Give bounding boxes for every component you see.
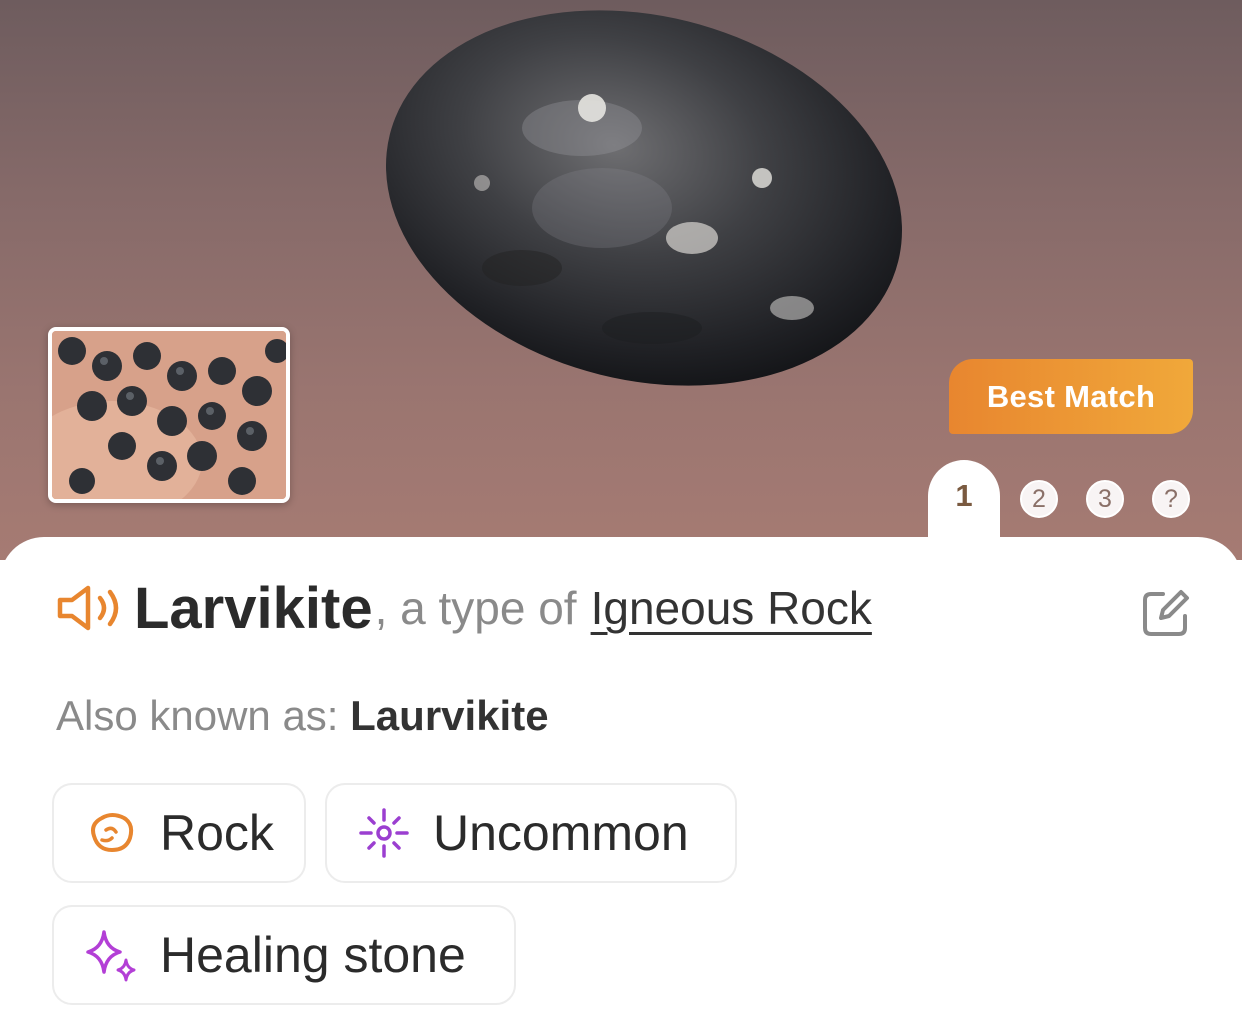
tag-label: Healing stone xyxy=(160,927,466,983)
rock-name: Larvikite xyxy=(134,575,373,641)
category-link[interactable]: Igneous Rock xyxy=(591,581,872,635)
rarity-sparkle-icon xyxy=(359,808,409,858)
tag-healing-stone[interactable]: Healing stone xyxy=(52,905,516,1005)
tag-label: Rock xyxy=(160,805,274,861)
type-of-label: , a type of xyxy=(374,582,577,634)
rock-icon xyxy=(91,813,134,852)
best-match-badge: Best Match xyxy=(949,359,1193,434)
healing-sparkle-icon xyxy=(86,930,136,982)
page-tab-help[interactable]: ? xyxy=(1152,480,1190,518)
also-known-label: Also known as: xyxy=(56,692,339,739)
stone-photo xyxy=(385,10,903,386)
also-known-as: Also known as: Laurvikite xyxy=(56,692,549,740)
speaker-icon[interactable] xyxy=(54,580,124,636)
page-tab-2[interactable]: 2 xyxy=(1020,480,1058,518)
tag-rock[interactable]: Rock xyxy=(52,783,306,883)
tag-uncommon[interactable]: Uncommon xyxy=(325,783,737,883)
tag-label: Uncommon xyxy=(433,805,689,861)
also-known-value: Laurvikite xyxy=(350,692,549,739)
page-tab-3[interactable]: 3 xyxy=(1086,480,1124,518)
page-tab-1[interactable]: 1 xyxy=(928,460,1000,542)
result-pager: 1 2 3 ? xyxy=(0,460,1242,542)
edit-icon[interactable] xyxy=(1141,588,1191,638)
result-title: Larvikite , a type of Igneous Rock xyxy=(54,573,872,643)
